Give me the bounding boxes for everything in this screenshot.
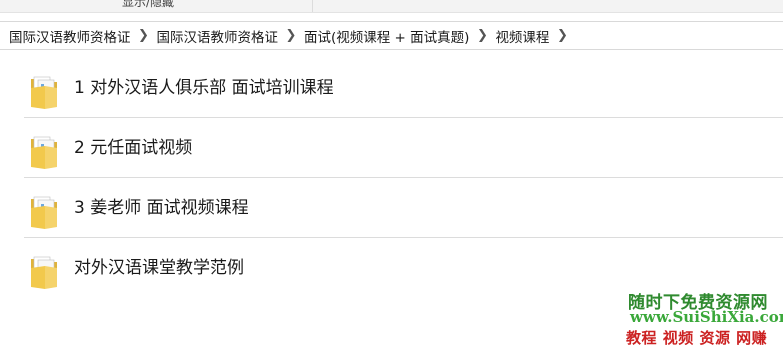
watermark: 随时下免费资源网 www.SuiShiXia.com 教程 视频 资源 网赚 <box>624 286 783 350</box>
folder-with-documents-icon <box>31 256 57 289</box>
breadcrumb-item[interactable]: 视频课程 <box>495 26 549 46</box>
show-hide-group-label: 显示/隐藏 <box>122 0 175 9</box>
folder-item[interactable]: 2 元任面试视频 <box>24 118 783 178</box>
breadcrumb-item[interactable]: 国际汉语教师资格证 <box>157 26 279 46</box>
address-bar[interactable]: 国际汉语教师资格证 ❯ 国际汉语教师资格证 ❯ 面试(视频课程 + 面试真题) … <box>0 21 783 50</box>
folder-name: 对外汉语课堂教学范例 <box>74 258 244 278</box>
chevron-right-icon[interactable]: ❯ <box>131 28 157 43</box>
folder-list: 1 对外汉语人俱乐部 面试培训课程 2 元任面试视频 3 姜老师 面试视频课程 <box>24 58 783 297</box>
folder-with-documents-icon <box>31 76 57 109</box>
folder-with-documents-icon <box>31 136 57 169</box>
folder-item[interactable]: 1 对外汉语人俱乐部 面试培训课程 <box>24 58 783 118</box>
watermark-tagline: 教程 视频 资源 网赚 <box>626 329 768 347</box>
ribbon: 显示/隐藏 <box>0 0 783 13</box>
folder-name: 2 元任面试视频 <box>74 138 193 158</box>
folder-name: 3 姜老师 面试视频课程 <box>74 198 249 218</box>
watermark-url: www.SuiShiXia.com <box>630 308 783 326</box>
breadcrumb-item[interactable]: 面试(视频课程 + 面试真题) <box>304 26 469 46</box>
chevron-right-icon[interactable]: ❯ <box>469 28 495 43</box>
breadcrumb: 国际汉语教师资格证 ❯ 国际汉语教师资格证 ❯ 面试(视频课程 + 面试真题) … <box>9 22 575 49</box>
chevron-right-icon[interactable]: ❯ <box>549 28 575 43</box>
folder-item[interactable]: 3 姜老师 面试视频课程 <box>24 178 783 238</box>
ribbon-divider <box>312 0 313 12</box>
chevron-right-icon[interactable]: ❯ <box>278 28 304 43</box>
breadcrumb-item[interactable]: 国际汉语教师资格证 <box>9 26 131 46</box>
folder-name: 1 对外汉语人俱乐部 面试培训课程 <box>74 78 334 98</box>
folder-with-documents-icon <box>31 196 57 229</box>
